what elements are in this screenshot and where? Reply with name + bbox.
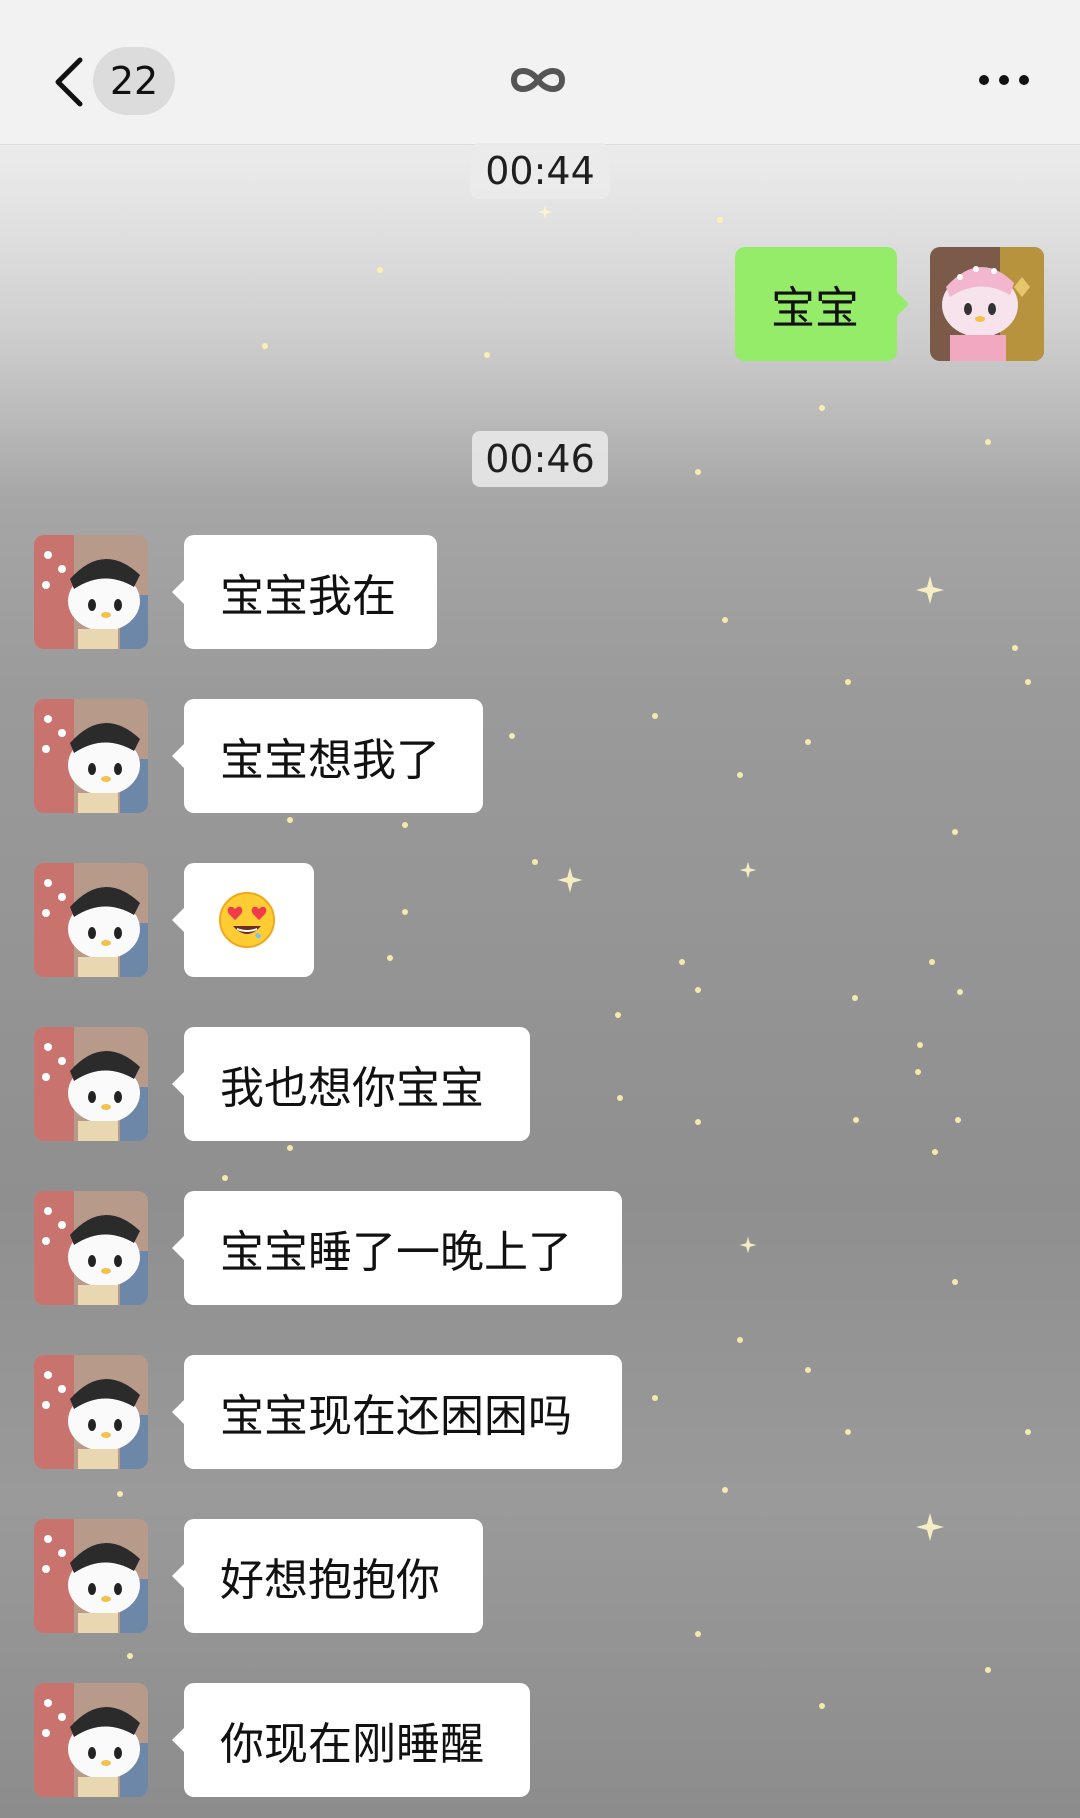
- outgoing-message-bubble[interactable]: 宝宝: [735, 247, 909, 361]
- chat-header: 22: [0, 0, 1080, 145]
- incoming-message-bubble[interactable]: 好想抱抱你: [172, 1519, 483, 1633]
- contact-avatar[interactable]: [34, 863, 148, 977]
- back-button[interactable]: [38, 42, 98, 122]
- contact-avatar[interactable]: [34, 1683, 148, 1797]
- timestamp: 00:44: [470, 143, 610, 199]
- infinity-icon: [511, 68, 565, 92]
- incoming-message-bubble[interactable]: 宝宝睡了一晚上了: [172, 1191, 622, 1305]
- incoming-emoji-bubble[interactable]: [172, 863, 314, 977]
- contact-avatar[interactable]: [34, 1355, 148, 1469]
- more-button[interactable]: [974, 60, 1034, 100]
- sparkle-background: [117, 205, 1031, 1709]
- contact-avatar[interactable]: [34, 1191, 148, 1305]
- chevron-left-icon: [55, 57, 83, 107]
- incoming-message-bubble[interactable]: 宝宝想我了: [172, 699, 483, 813]
- my-avatar[interactable]: [930, 247, 1044, 361]
- heart-eyes-emoji: [219, 892, 275, 948]
- contact-avatar[interactable]: [34, 1519, 148, 1633]
- incoming-message-bubble[interactable]: 我也想你宝宝: [172, 1027, 530, 1141]
- more-dots-icon: [979, 75, 1029, 85]
- incoming-message-bubble[interactable]: 宝宝现在还困困吗: [172, 1355, 622, 1469]
- incoming-message-bubble[interactable]: 你现在刚睡醒: [172, 1683, 530, 1797]
- incoming-message-bubble[interactable]: 宝宝我在: [172, 535, 437, 649]
- timestamp: 00:46: [472, 431, 608, 487]
- contact-avatar[interactable]: [34, 699, 148, 813]
- contact-avatar[interactable]: [34, 535, 148, 649]
- unread-count-badge[interactable]: 22: [93, 47, 175, 115]
- contact-avatar[interactable]: [34, 1027, 148, 1141]
